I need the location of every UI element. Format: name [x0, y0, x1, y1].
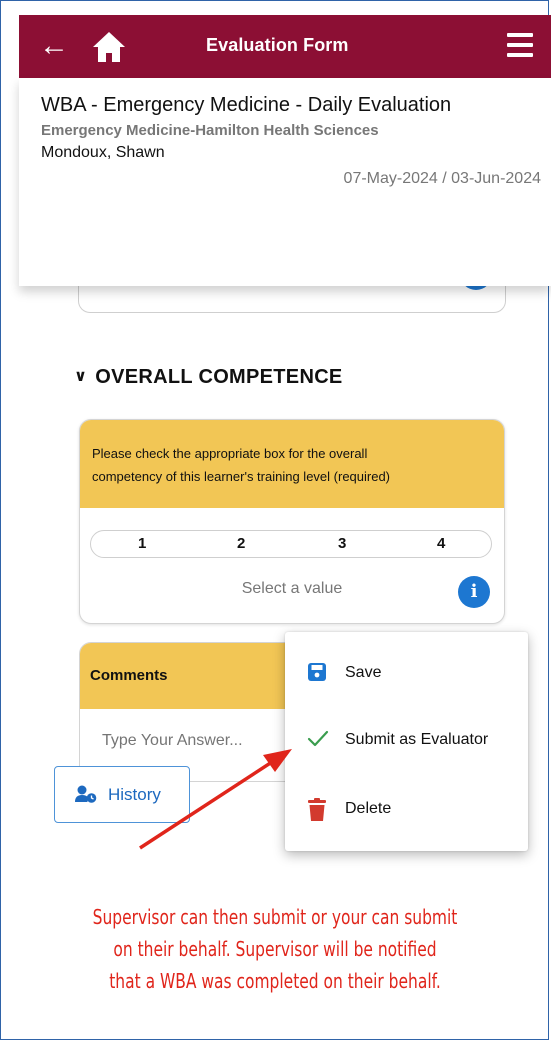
annotation-arrow — [139, 749, 292, 850]
